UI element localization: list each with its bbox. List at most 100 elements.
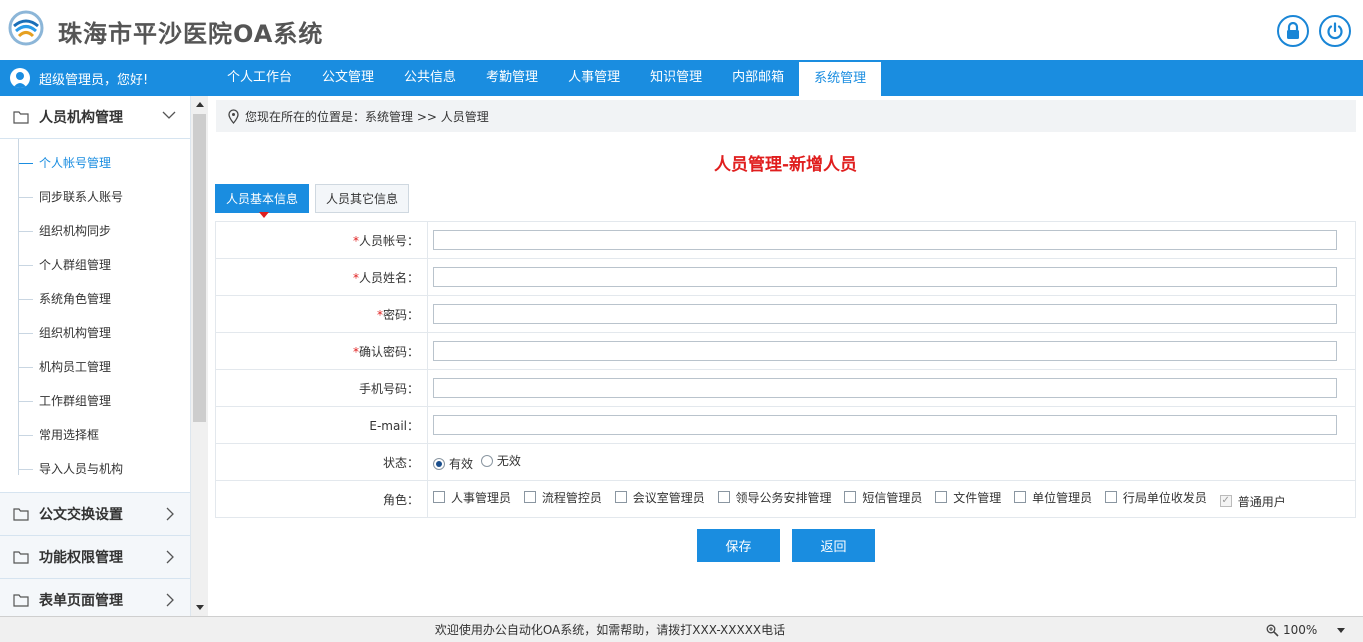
- sidebar-submenu: 个人帐号管理 同步联系人账号 组织机构同步 个人群组管理 系统角色管理 组织机构…: [0, 139, 190, 493]
- password-input[interactable]: [433, 304, 1337, 324]
- nav-tab-attendance[interactable]: 考勤管理: [471, 60, 553, 96]
- nav-tab-system[interactable]: 系统管理: [799, 62, 882, 96]
- folder-icon: [13, 594, 29, 607]
- sidebar-scrollbar[interactable]: [191, 96, 208, 616]
- mobile-input[interactable]: [433, 378, 1337, 398]
- role-checkbox[interactable]: [935, 491, 948, 503]
- role-hr-admin[interactable]: 人事管理员: [433, 489, 511, 506]
- zoom-control[interactable]: 100%: [1266, 617, 1346, 642]
- app-header: 珠海市平沙医院OA系统: [0, 0, 1363, 60]
- sidebar-item-work-groups[interactable]: 工作群组管理: [0, 384, 190, 418]
- person-form: *人员帐号： *人员姓名： *密码： *确认密码： 手机号码： E-mail： …: [215, 221, 1356, 518]
- zoom-level: 100%: [1283, 623, 1318, 637]
- sidebar-item-org-staff[interactable]: 机构员工管理: [0, 350, 190, 384]
- role-checkbox[interactable]: [717, 491, 730, 503]
- name-input[interactable]: [433, 267, 1337, 287]
- save-button[interactable]: 保存: [697, 529, 780, 562]
- role-checkbox[interactable]: [433, 491, 445, 503]
- status-invalid-option[interactable]: 无效: [480, 452, 521, 469]
- chevron-down-icon: [162, 111, 176, 119]
- role-bureau-dispatcher[interactable]: 行局单位收发员: [1104, 489, 1207, 506]
- folder-icon: [13, 551, 29, 564]
- sidebar-item-personal-account[interactable]: 个人帐号管理: [0, 146, 190, 180]
- status-invalid-radio[interactable]: [480, 454, 493, 467]
- sidebar: 人员机构管理 个人帐号管理 同步联系人账号 组织机构同步 个人群组管理 系统角色…: [0, 96, 191, 616]
- name-label: 人员姓名：: [358, 270, 419, 285]
- arrow-up-icon: [195, 102, 204, 107]
- sidebar-section-label: 公文交换设置: [39, 507, 123, 523]
- role-checkbox[interactable]: [523, 491, 536, 503]
- user-avatar-icon: [10, 68, 30, 88]
- sidebar-item-common-selector[interactable]: 常用选择框: [0, 418, 190, 452]
- scroll-up-button[interactable]: [191, 96, 208, 113]
- back-button[interactable]: 返回: [792, 529, 875, 562]
- nav-tab-personnel[interactable]: 人事管理: [553, 60, 635, 96]
- mobile-label: 手机号码：: [358, 381, 419, 396]
- form-row-status: 状态： 有效 无效: [215, 443, 1356, 481]
- role-checkbox[interactable]: [1104, 491, 1117, 503]
- user-greeting: 超级管理员，您好!: [10, 60, 148, 96]
- sidebar-item-org-management[interactable]: 组织机构管理: [0, 316, 190, 350]
- status-valid-radio[interactable]: [433, 457, 445, 470]
- email-input[interactable]: [433, 415, 1337, 435]
- sidebar-item-system-roles[interactable]: 系统角色管理: [0, 282, 190, 316]
- sidebar-section-label: 表单页面管理: [39, 593, 123, 609]
- arrow-down-icon: [195, 605, 204, 610]
- logout-button[interactable]: [1319, 15, 1351, 47]
- account-label: 人员帐号：: [358, 233, 419, 248]
- form-row-confirm: *确认密码：: [215, 332, 1356, 370]
- nav-tab-workbench[interactable]: 个人工作台: [212, 60, 307, 96]
- scroll-down-button[interactable]: [191, 599, 208, 616]
- form-row-mobile: 手机号码：: [215, 369, 1356, 407]
- form-row-name: *人员姓名：: [215, 258, 1356, 296]
- role-unit-admin[interactable]: 单位管理员: [1014, 489, 1092, 506]
- lock-button[interactable]: [1277, 15, 1309, 47]
- sidebar-section-doc-exchange[interactable]: 公文交换设置: [0, 493, 190, 536]
- form-row-password: *密码：: [215, 295, 1356, 333]
- status-bar: 欢迎使用办公自动化OA系统，如需帮助，请拨打XXX-XXXXX电话 100%: [0, 616, 1363, 642]
- chevron-down-icon: [1337, 627, 1346, 633]
- top-navbar: 超级管理员，您好! 个人工作台 公文管理 公共信息 考勤管理 人事管理 知识管理…: [0, 60, 1363, 96]
- role-file-management[interactable]: 文件管理: [935, 489, 1001, 506]
- footer-text: 欢迎使用办公自动化OA系统，如需帮助，请拨打XXX-XXXXX电话: [434, 623, 786, 637]
- form-row-email: E-mail：: [215, 406, 1356, 444]
- logo-icon: [8, 10, 44, 46]
- role-sms-admin[interactable]: 短信管理员: [844, 489, 922, 506]
- sidebar-section-label: 人员机构管理: [39, 110, 123, 126]
- sidebar-item-sync-contacts[interactable]: 同步联系人账号: [0, 180, 190, 214]
- power-icon: [1327, 22, 1343, 40]
- chevron-right-icon: [166, 550, 174, 564]
- nav-tab-public-info[interactable]: 公共信息: [389, 60, 471, 96]
- confirm-password-input[interactable]: [433, 341, 1337, 361]
- role-process-control[interactable]: 流程管控员: [523, 489, 602, 506]
- sidebar-item-org-sync[interactable]: 组织机构同步: [0, 214, 190, 248]
- tab-other-info[interactable]: 人员其它信息: [315, 184, 410, 213]
- email-label: E-mail：: [369, 418, 419, 433]
- role-checkbox[interactable]: [614, 491, 627, 503]
- sidebar-section-form-pages[interactable]: 表单页面管理: [0, 579, 190, 616]
- folder-icon: [13, 508, 29, 521]
- folder-icon: [13, 111, 29, 124]
- sidebar-item-import[interactable]: 导入人员与机构: [0, 452, 190, 486]
- form-row-account: *人员帐号：: [215, 221, 1356, 259]
- form-tabs: 人员基本信息 人员其它信息: [215, 184, 415, 218]
- sidebar-section-permissions[interactable]: 功能权限管理: [0, 536, 190, 579]
- sidebar-section-label: 功能权限管理: [39, 550, 123, 566]
- sidebar-section-personnel-org[interactable]: 人员机构管理: [0, 96, 190, 139]
- nav-tab-knowledge[interactable]: 知识管理: [635, 60, 717, 96]
- page-title: 人员管理-新增人员: [713, 155, 858, 175]
- role-meeting-room-admin[interactable]: 会议室管理员: [614, 489, 705, 506]
- nav-tab-mailbox[interactable]: 内部邮箱: [717, 60, 799, 96]
- tab-basic-info[interactable]: 人员基本信息: [215, 184, 310, 218]
- checkmark-icon: ✓: [1219, 495, 1232, 507]
- account-input[interactable]: [433, 230, 1337, 250]
- role-leader-schedule[interactable]: 领导公务安排管理: [717, 489, 832, 506]
- sidebar-item-personal-groups[interactable]: 个人群组管理: [0, 248, 190, 282]
- lock-icon: [1287, 22, 1299, 39]
- nav-tab-documents[interactable]: 公文管理: [307, 60, 389, 96]
- role-checkbox[interactable]: [844, 491, 857, 503]
- scroll-thumb[interactable]: [193, 114, 206, 422]
- status-valid-option[interactable]: 有效: [433, 455, 473, 472]
- chevron-right-icon: [166, 593, 174, 607]
- role-checkbox[interactable]: [1014, 491, 1027, 503]
